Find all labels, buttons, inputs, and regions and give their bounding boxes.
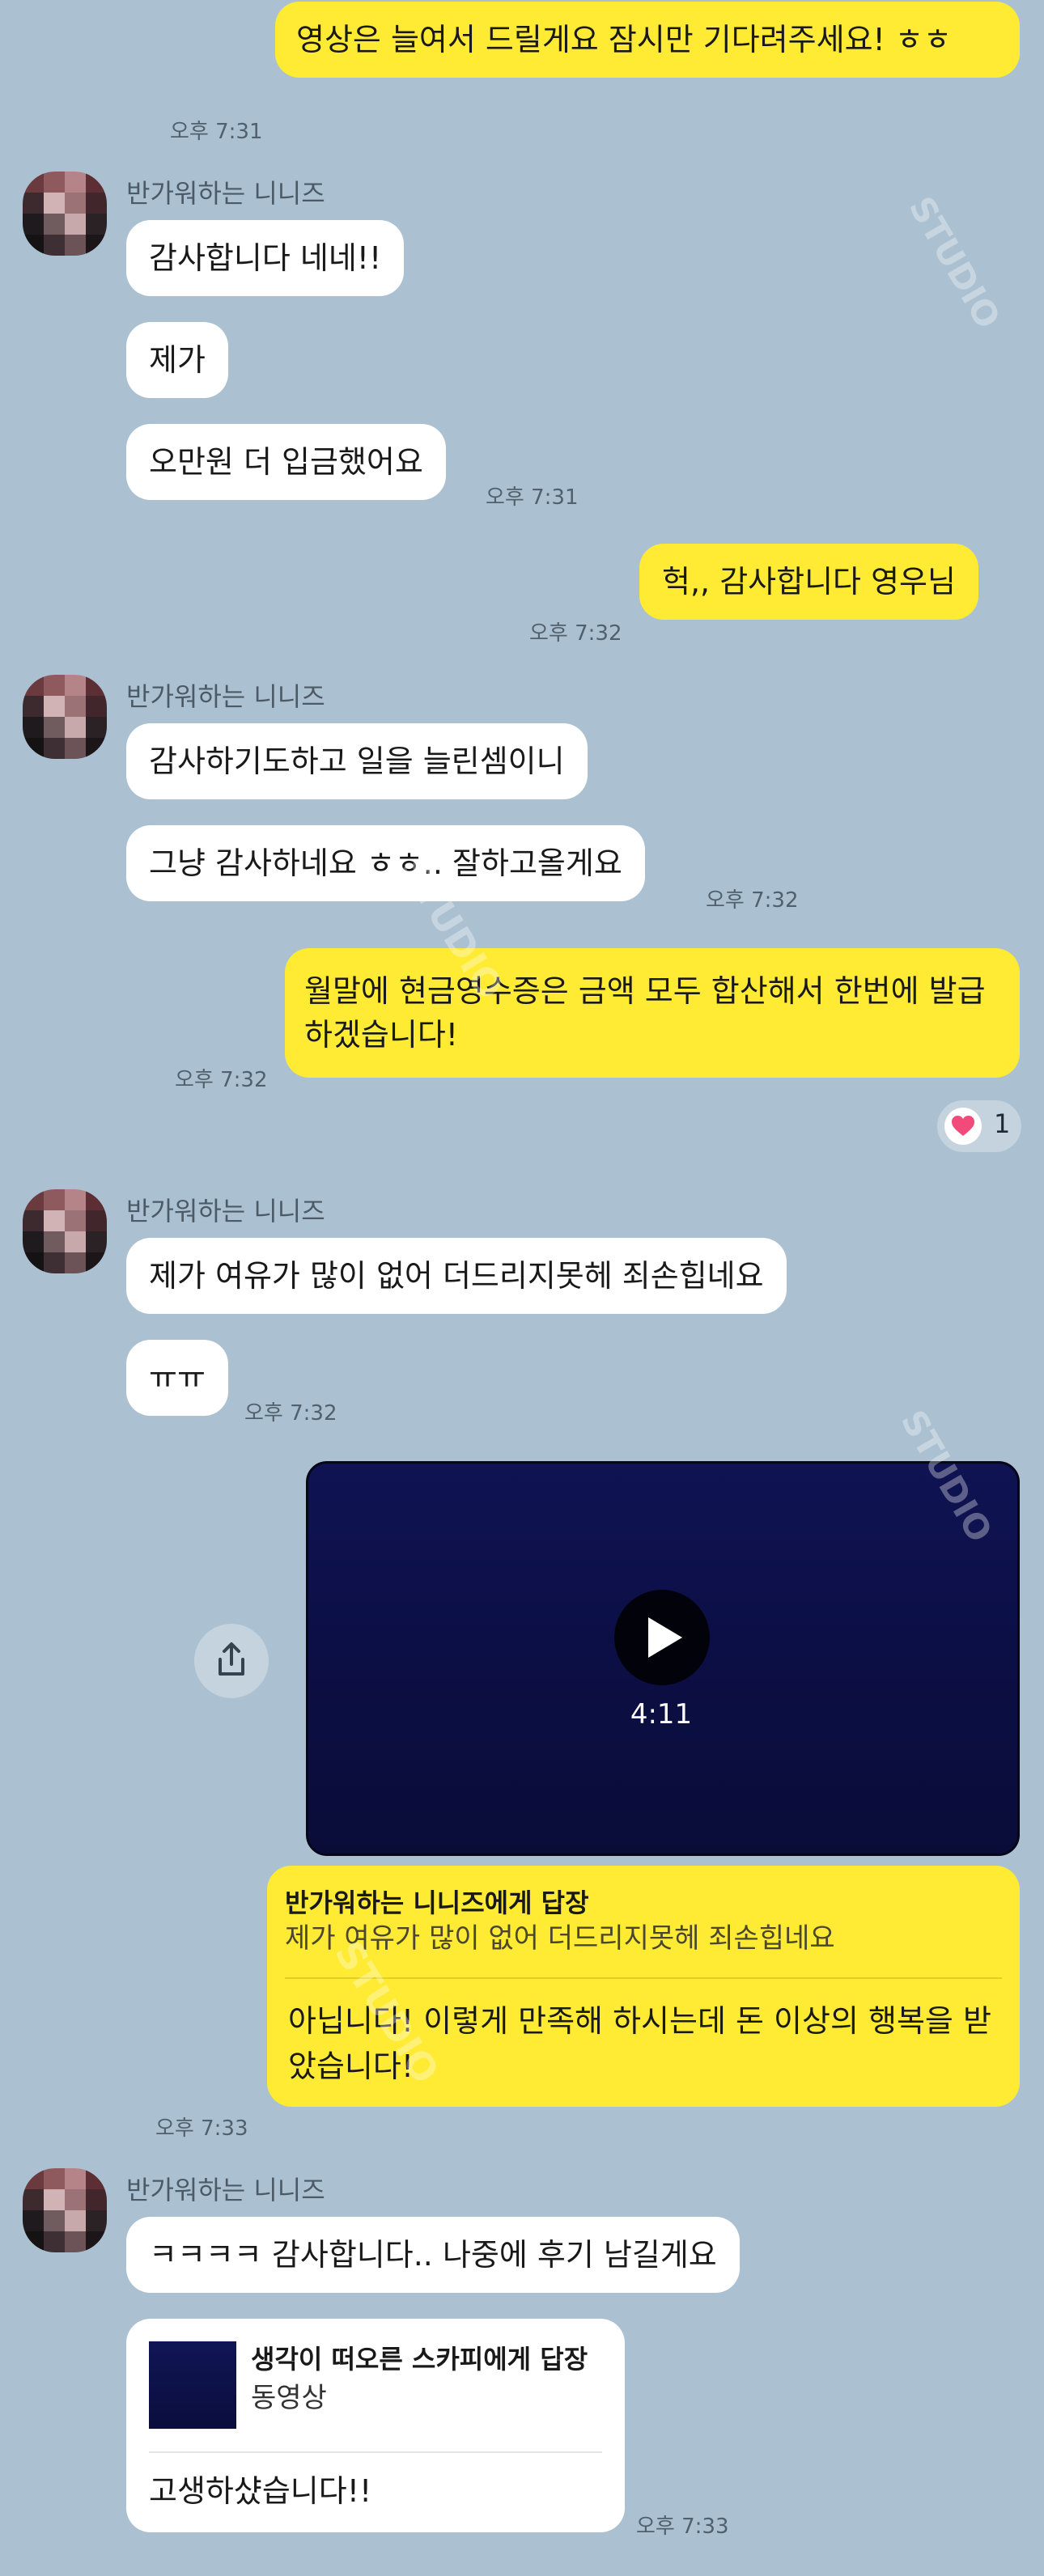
- reply-quote[interactable]: 동영상: [251, 2380, 327, 2416]
- message-bubble-incoming[interactable]: 그냥 감사하네요 ㅎㅎ.. 잘하고올게요: [126, 825, 645, 901]
- message-text: 영상은 늘여서 드릴게요 잠시만 기다려주세요! ㅎㅎ: [296, 22, 952, 57]
- video-thumbnail[interactable]: [149, 2341, 236, 2429]
- message-bubble-incoming[interactable]: 제가 여유가 많이 없어 더드리지못헤 죄손힙네요: [126, 1238, 787, 1314]
- message-time: 오후 7:31: [170, 120, 263, 144]
- message-text: 아닙니다! 이렇게 만족해 하시는데 돈 이상의 행복을 받았습니다!: [288, 2003, 991, 2084]
- message-text: 제가 여유가 많이 없어 더드리지못헤 죄손힙네요: [149, 1258, 764, 1294]
- message-text: 헉,, 감사합니다 영우님: [662, 564, 956, 600]
- reaction-badge[interactable]: 1: [937, 1100, 1021, 1152]
- message-text: 월말에 현금영수증은 금액 모두 합산해서 한번에 발급하겠습니다!: [304, 973, 986, 1053]
- reaction-count: 1: [994, 1108, 1011, 1139]
- message-time: 오후 7:33: [155, 2116, 248, 2141]
- reply-target: 생각이 떠오른 스카피에게 답장: [251, 2344, 588, 2375]
- message-text: 감사하기도하고 일을 늘린셈이니: [149, 744, 565, 779]
- share-icon: [219, 1642, 244, 1676]
- message-bubble-outgoing[interactable]: 영상은 늘여서 드릴게요 잠시만 기다려주세요! ㅎㅎ: [275, 2, 1020, 78]
- message-time: 오후 7:32: [244, 1401, 337, 1426]
- message-time: 오후 7:33: [636, 2515, 729, 2539]
- avatar[interactable]: [23, 675, 107, 759]
- message-text: 오만원 더 입금했어요: [149, 444, 423, 480]
- reply-message-outgoing[interactable]: 반가워하는 니니즈에게 답장 제가 여유가 많이 없어 더드리지못헤 죄손힙네요…: [267, 1866, 1020, 2107]
- reply-quote[interactable]: 제가 여유가 많이 없어 더드리지못헤 죄손힙네요: [285, 1921, 1002, 1956]
- video-duration: 4:11: [630, 1698, 693, 1731]
- message-bubble-incoming[interactable]: 제가: [126, 322, 228, 398]
- divider: [149, 2451, 602, 2453]
- message-text: 그냥 감사하네요 ㅎㅎ.. 잘하고올게요: [149, 845, 622, 881]
- play-button[interactable]: [614, 1590, 710, 1685]
- message-text: ㅠㅠ: [149, 1360, 206, 1396]
- message-time: 오후 7:32: [175, 1068, 268, 1092]
- share-button[interactable]: [194, 1624, 269, 1698]
- message-time: 오후 7:32: [529, 621, 622, 646]
- message-bubble-incoming[interactable]: ㅠㅠ: [126, 1340, 228, 1416]
- message-time: 오후 7:32: [706, 888, 799, 913]
- message-text: 제가: [149, 342, 206, 378]
- heart-icon: [944, 1108, 982, 1145]
- message-bubble-outgoing[interactable]: 헉,, 감사합니다 영우님: [639, 544, 978, 620]
- reply-message-incoming[interactable]: 생각이 떠오른 스카피에게 답장 동영상 고생하샸습니다!!: [126, 2319, 625, 2532]
- message-text: ㅋㅋㅋㅋ 감사합니다.. 나중에 후기 남길게요: [149, 2237, 717, 2273]
- divider: [285, 1977, 1002, 1979]
- avatar[interactable]: [23, 2168, 107, 2252]
- sender-name: 반가워하는 니니즈: [126, 1196, 325, 1227]
- message-bubble-incoming[interactable]: 감사하기도하고 일을 늘린셈이니: [126, 723, 588, 799]
- message-bubble-outgoing[interactable]: 월말에 현금영수증은 금액 모두 합산해서 한번에 발급하겠습니다!: [285, 948, 1020, 1078]
- avatar[interactable]: [23, 1189, 107, 1273]
- message-text: 고생하샸습니다!!: [149, 2473, 372, 2509]
- message-bubble-incoming[interactable]: 오만원 더 입금했어요: [126, 424, 446, 500]
- watermark: STUDIO: [901, 189, 1008, 336]
- sender-name: 반가워하는 니니즈: [126, 178, 325, 209]
- message-time: 오후 7:31: [486, 485, 579, 510]
- play-icon: [648, 1617, 682, 1658]
- sender-name: 반가워하는 니니즈: [126, 2175, 325, 2205]
- message-bubble-incoming[interactable]: 감사합니다 네네!!: [126, 220, 405, 296]
- reply-target: 반가워하는 니니즈에게 답장: [285, 1888, 589, 1918]
- message-bubble-incoming[interactable]: ㅋㅋㅋㅋ 감사합니다.. 나중에 후기 남길게요: [126, 2217, 740, 2293]
- message-text: 감사합니다 네네!!: [149, 240, 382, 276]
- video-message[interactable]: 4:11: [306, 1461, 1020, 1856]
- sender-name: 반가워하는 니니즈: [126, 681, 325, 712]
- avatar[interactable]: [23, 172, 107, 256]
